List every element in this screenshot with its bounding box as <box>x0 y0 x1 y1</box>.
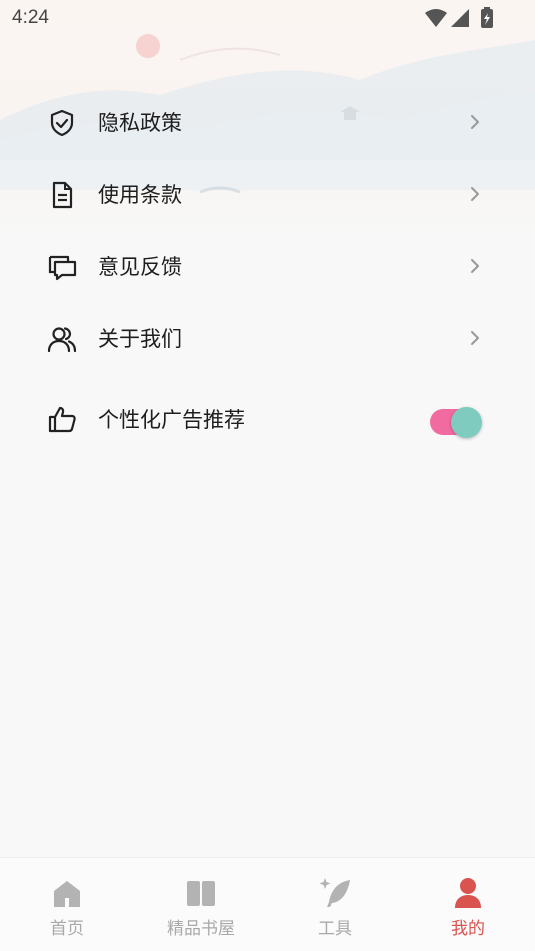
signal-icon <box>451 9 469 27</box>
menu-item-about-us[interactable]: 关于我们 <box>0 302 535 374</box>
bottom-tab-bar: 首页 精品书屋 工具 我的 <box>0 857 535 951</box>
person-icon <box>455 878 481 908</box>
menu-item-label: 关于我们 <box>98 327 182 351</box>
menu-item-label: 隐私政策 <box>98 111 182 135</box>
toggle-knob <box>451 407 482 438</box>
menu-item-label: 使用条款 <box>98 183 182 207</box>
personalized-ads-toggle[interactable] <box>430 407 482 438</box>
menu-item-feedback[interactable]: 意见反馈 <box>0 230 535 302</box>
menu-item-personalized-ads: 个性化广告推荐 <box>0 378 535 460</box>
chevron-right-icon <box>471 259 479 273</box>
tab-mine[interactable]: 我的 <box>401 858 535 951</box>
home-icon <box>54 881 80 907</box>
users-icon <box>47 327 77 353</box>
tab-premium-library[interactable]: 精品书屋 <box>134 858 268 951</box>
settings-menu: 隐私政策 使用条款 意见反馈 关于我们 个性化广告推荐 <box>0 86 535 460</box>
wifi-icon <box>425 9 447 27</box>
status-icons <box>425 7 493 28</box>
book-icon <box>187 881 215 906</box>
thumbs-up-icon <box>48 406 76 433</box>
menu-item-label: 个性化广告推荐 <box>98 408 245 432</box>
shield-check-icon <box>50 109 74 137</box>
tab-tools[interactable]: 工具 <box>268 858 402 951</box>
chevron-right-icon <box>471 115 479 129</box>
tab-label: 精品书屋 <box>167 919 235 939</box>
menu-item-label: 意见反馈 <box>98 255 182 279</box>
chevron-right-icon <box>471 187 479 201</box>
status-time: 4:24 <box>12 7 49 28</box>
tab-label: 我的 <box>451 919 485 939</box>
document-icon <box>52 181 73 209</box>
status-bar: 4:24 <box>0 0 535 38</box>
tab-home[interactable]: 首页 <box>0 858 134 951</box>
tab-label: 首页 <box>50 919 84 939</box>
chevron-right-icon <box>471 331 479 345</box>
chat-bubbles-icon <box>48 255 77 281</box>
quill-sparkle-icon <box>319 878 350 907</box>
menu-item-terms-of-use[interactable]: 使用条款 <box>0 158 535 230</box>
tab-label: 工具 <box>318 919 352 939</box>
menu-item-privacy-policy[interactable]: 隐私政策 <box>0 86 535 158</box>
